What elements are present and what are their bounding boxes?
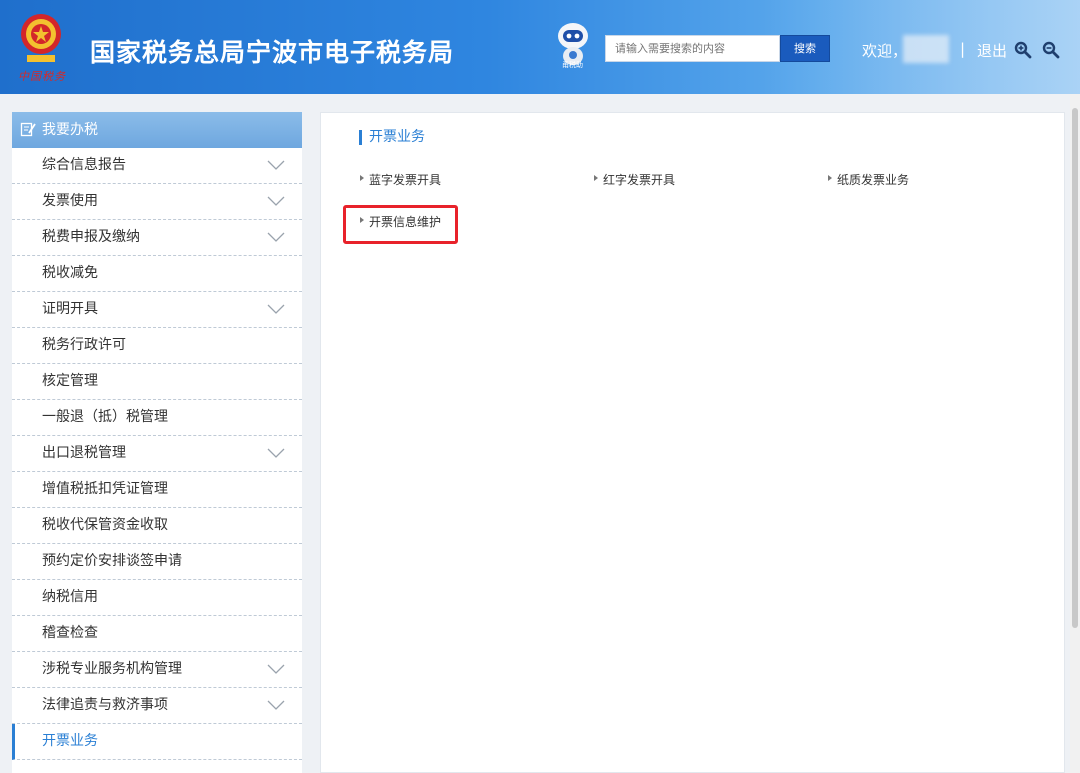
chevron-down-icon[interactable] [267,663,285,675]
sidebar-item[interactable]: 预约定价安排谈签申请 [12,544,302,580]
sidebar-item[interactable]: 一般退（抵）税管理 [12,400,302,436]
sidebar-item-label: 开票业务 [42,733,98,749]
sidebar-item-label: 税收代保管资金收取 [42,517,168,533]
chevron-down-icon[interactable] [267,699,285,711]
sidebar-item-label: 预约定价安排谈签申请 [42,553,182,569]
sidebar-header: 我要办税 [12,112,302,148]
signature-text: 中国税务 [18,70,66,83]
scrollbar-thumb[interactable] [1072,108,1078,628]
sidebar-item-label: 税收减免 [42,265,98,281]
sidebar-item[interactable]: 增值税抵扣凭证管理 [12,472,302,508]
site-header: 中国税务 国家税务总局宁波市电子税务局 甬税助 搜索 欢迎， | 退出 [0,0,1080,94]
sidebar-item-label: 税务行政许可 [42,337,126,353]
chevron-down-icon[interactable] [267,447,285,459]
sidebar-item[interactable]: 稽查检查 [12,616,302,652]
sidebar-item[interactable]: 证明开具 [12,292,302,328]
sidebar-item[interactable]: 税收代保管资金收取 [12,508,302,544]
sidebar-item-label: 发票使用 [42,193,98,209]
chevron-down-icon[interactable] [267,195,285,207]
sidebar-item-label: 综合信息报告 [42,157,126,173]
sidebar-item-label: 证明开具 [42,301,98,317]
edit-icon [20,122,36,137]
sidebar-item[interactable]: 税收减免 [12,256,302,292]
zoom-in-icon[interactable] [1014,41,1032,59]
chevron-down-icon[interactable] [267,231,285,243]
logout-link[interactable]: 退出 [977,40,1007,61]
sidebar-item[interactable]: 出口退税管理 [12,436,302,472]
sidebar-item[interactable]: 涉税专业服务机构管理 [12,652,302,688]
link-paper-invoice[interactable]: 纸质发票业务 [828,171,909,188]
sidebar-item[interactable]: 纳税信用 [12,580,302,616]
sidebar-item[interactable]: 发票使用 [12,184,302,220]
sidebar-item[interactable]: 开票业务 [12,724,302,760]
link-blue-invoice[interactable]: 蓝字发票开具 [360,171,441,188]
welcome-text: 欢迎， [862,42,908,60]
main-panel: 开票业务 蓝字发票开具 红字发票开具 纸质发票业务 开票信息维护 [320,112,1065,773]
page-scrollbar[interactable] [1070,94,1080,773]
search-input[interactable] [605,35,780,62]
search-button[interactable]: 搜索 [780,35,830,62]
sidebar-item-label: 纳税信用 [42,589,98,605]
sidebar-item-label: 一般退（抵）税管理 [42,409,168,425]
sidebar-title: 我要办税 [42,122,98,138]
robot-label: 甬税助 [562,61,583,69]
sidebar-list: 综合信息报告 发票使用税费申报及缴纳 税收减免证明开具税务行政许可 核定管理一般退（抵… [12,148,302,760]
sidebar-item-label: 增值税抵扣凭证管理 [42,481,168,497]
sidebar-item[interactable]: 核定管理 [12,364,302,400]
user-name-redacted [903,35,949,63]
sidebar-item-label: 涉税专业服务机构管理 [42,661,182,677]
sidebar-item[interactable]: 综合信息报告 [12,148,302,184]
sidebar-item-label: 稽查检查 [42,625,98,641]
link-red-invoice[interactable]: 红字发票开具 [594,171,675,188]
sidebar-item-label: 税费申报及缴纳 [42,229,140,245]
sidebar-nav: 我要办税 综合信息报告 发票使用税费申报及缴纳 税收减免证明开具税务行政许可 核定管理… [12,112,302,773]
sidebar-item-label: 核定管理 [42,373,98,389]
tax-emblem-icon [21,14,61,62]
sidebar-item[interactable]: 法律追责与救济事项 [12,688,302,724]
site-title: 国家税务总局宁波市电子税务局 [90,38,455,67]
chevron-down-icon[interactable] [267,159,285,171]
header-separator: | [960,40,966,58]
sidebar-item[interactable]: 税费申报及缴纳 [12,220,302,256]
sidebar-item[interactable]: 税务行政许可 [12,328,302,364]
section-title: 开票业务 [359,130,425,145]
zoom-out-icon[interactable] [1042,41,1060,59]
chevron-down-icon[interactable] [267,303,285,315]
sidebar-item-label: 出口退税管理 [42,445,126,461]
highlight-box [343,205,458,244]
sidebar-item-label: 法律追责与救济事项 [42,697,168,713]
